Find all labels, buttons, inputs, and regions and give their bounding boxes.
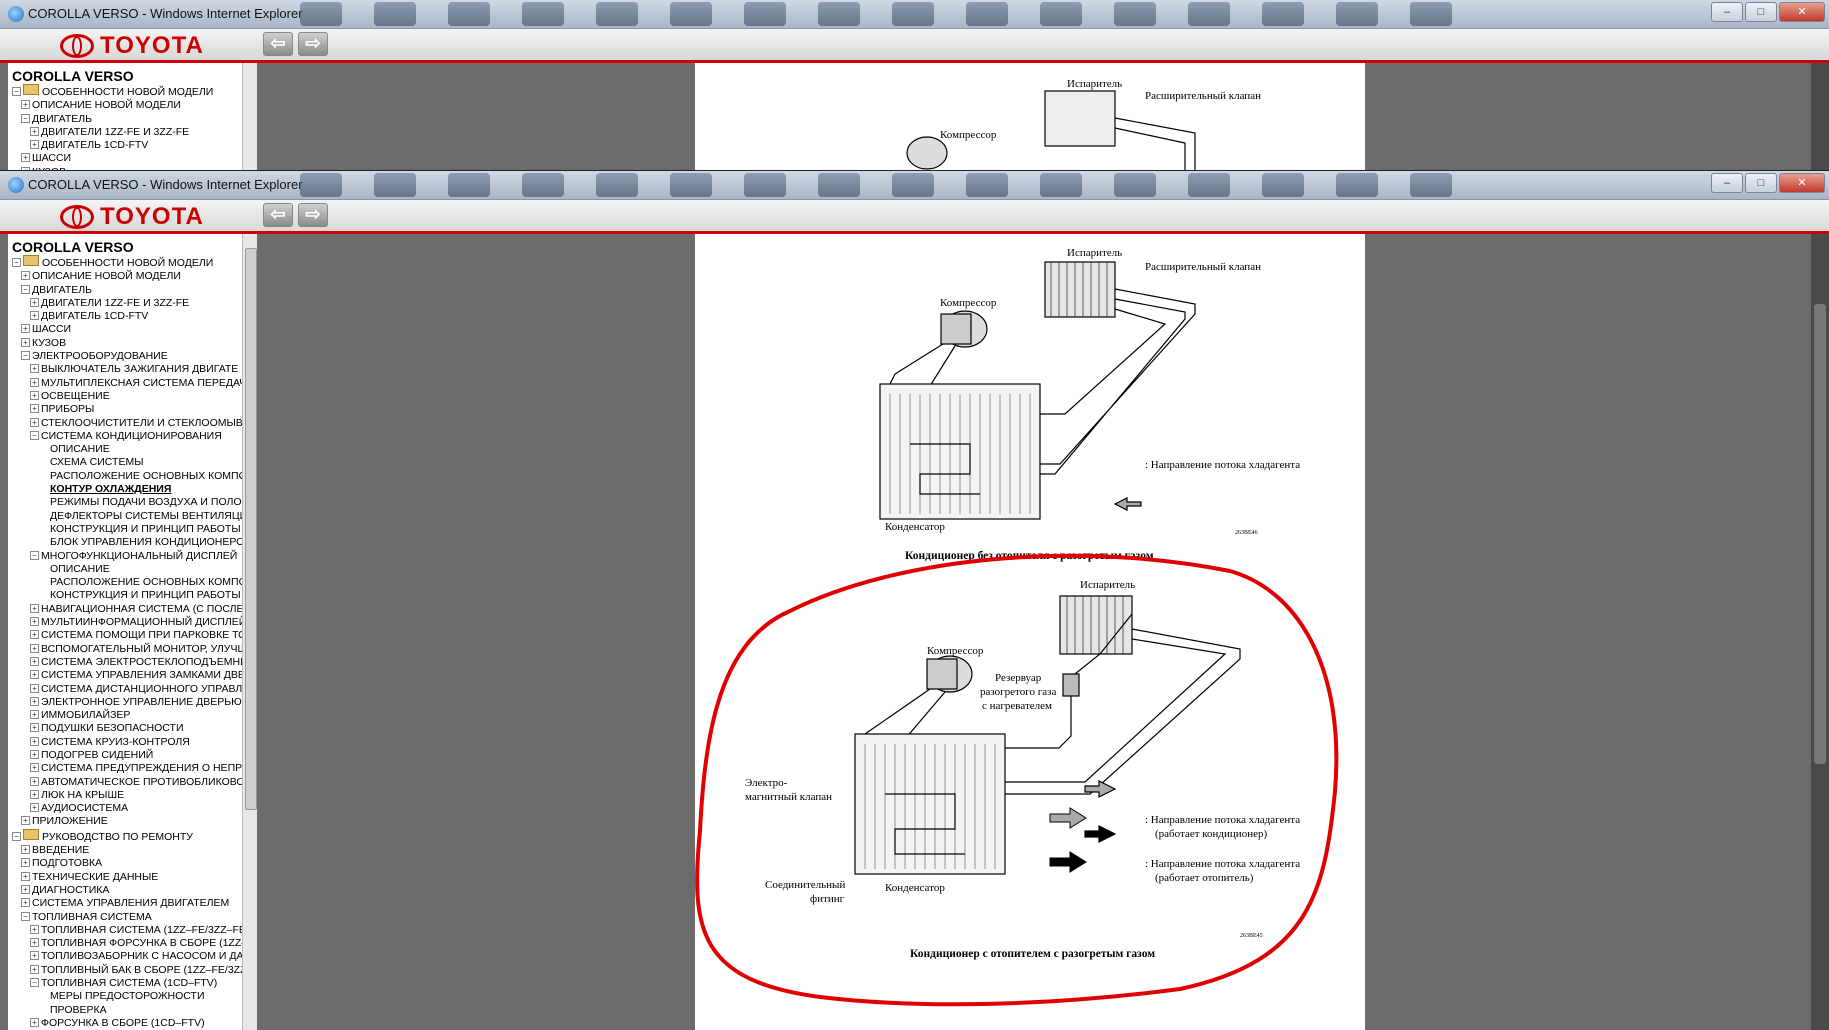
browser-window-back: COROLLA VERSO - Windows Internet Explore… — [0, 0, 1829, 170]
forward-button[interactable]: ⇨ — [298, 32, 328, 56]
collapse-icon[interactable]: − — [21, 113, 30, 123]
tree-item[interactable]: + ДВИГАТЕЛЬ 1CD-FTV — [8, 139, 242, 152]
app-toolbar: TOYOTA ⇦ ⇨ — [0, 29, 1829, 63]
page-scrollbar[interactable] — [1811, 63, 1829, 170]
tree-item-label: ОПИСАНИЕ НОВОЙ МОДЕЛИ — [32, 99, 181, 112]
tree-item-label: ОСОБЕННОСТИ НОВОЙ МОДЕЛИ — [42, 86, 214, 98]
window-title: COROLLA VERSO - Windows Internet Explore… — [28, 6, 303, 21]
expand-icon[interactable]: + — [30, 126, 39, 136]
toyota-emblem-icon — [60, 34, 94, 58]
browser-window-front: COROLLA VERSO - Windows Internet Explore… — [0, 170, 1829, 1030]
title-bar[interactable]: COROLLA VERSO - Windows Internet Explore… — [0, 0, 1829, 29]
tree-item-label: ДВИГАТЕЛЬ 1CD-FTV — [41, 139, 149, 152]
close-button[interactable]: ✕ — [1779, 2, 1825, 22]
tree-list: − ОСОБЕННОСТИ НОВОЙ МОДЕЛИ + ОПИСАНИЕ НОВОЙ… — [8, 84, 242, 170]
document-page: Испаритель Расширительный клапан Компрес… — [695, 63, 1365, 170]
diagram-1-partial: Испаритель Расширительный клапан Компрес… — [906, 78, 1261, 170]
toyota-logo: TOYOTA — [60, 32, 204, 60]
page-scroll-thumb[interactable] — [1814, 304, 1826, 764]
tree-item-label: ДВИГАТЕЛЬ — [32, 112, 93, 125]
tree-item[interactable]: + ШАССИ — [8, 152, 242, 165]
collapse-icon[interactable]: − — [12, 87, 21, 96]
expand-icon[interactable]: + — [30, 140, 39, 150]
window-controls: – □ ✕ — [1711, 2, 1825, 22]
red-annotation-circle — [695, 553, 1339, 1007]
page-scrollbar[interactable] — [1811, 234, 1829, 1030]
tree-item[interactable]: − ДВИГАТЕЛЬ — [8, 113, 242, 126]
nav-tree: COROLLA VERSO − ОСОБЕННОСТИ НОВОЙ МОДЕЛИ +… — [8, 63, 242, 170]
label-expansion-valve: Расширительный клапан — [1145, 90, 1261, 102]
expand-icon[interactable]: + — [21, 153, 30, 163]
tree-item[interactable]: + ОПИСАНИЕ НОВОЙ МОДЕЛИ — [8, 99, 242, 112]
tree-scrollbar[interactable] — [242, 63, 257, 170]
label-evaporator: Испаритель — [1067, 78, 1122, 90]
ie-icon — [8, 6, 24, 22]
tree-item-label: ДВИГАТЕЛИ 1ZZ-FE И 3ZZ-FE — [41, 125, 190, 138]
expand-icon[interactable]: + — [21, 100, 30, 110]
tree-title: COROLLA VERSO — [12, 68, 134, 84]
taskbar-icons — [300, 2, 1452, 26]
label-compressor: Компрессор — [940, 129, 997, 141]
book-icon — [23, 84, 39, 95]
back-button[interactable]: ⇦ — [263, 32, 293, 56]
tree-item[interactable]: − ОСОБЕННОСТИ НОВОЙ МОДЕЛИ — [8, 84, 242, 99]
maximize-button[interactable]: □ — [1745, 2, 1777, 22]
logo-text: TOYOTA — [100, 32, 204, 59]
minimize-button[interactable]: – — [1711, 2, 1743, 22]
tree-item[interactable]: + ДВИГАТЕЛИ 1ZZ-FE И 3ZZ-FE — [8, 126, 242, 139]
tree-item-label: ШАССИ — [32, 152, 72, 165]
